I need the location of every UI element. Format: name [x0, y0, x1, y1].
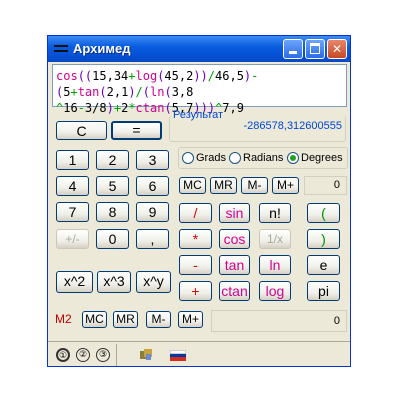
memory1-mr-button[interactable]: MR — [210, 177, 237, 194]
pi-constant-button[interactable]: pi — [307, 281, 340, 301]
digit-7-button[interactable]: 7 — [56, 202, 89, 222]
status-bar: ① ② ③ — [48, 341, 350, 368]
memory1-mplus-button[interactable]: M+ — [272, 177, 299, 194]
expression-input[interactable]: cos((15,34+log(45,2))/46,5)-(5+tan(2,1)/… — [52, 64, 347, 115]
mode-3-button[interactable]: ③ — [96, 348, 110, 362]
expression-token: log — [135, 69, 158, 83]
digit-8-button[interactable]: 8 — [96, 202, 129, 222]
expression-token: + — [113, 101, 122, 115]
ctan-button[interactable]: ctan — [219, 281, 250, 301]
mode-1-button[interactable]: ① — [56, 348, 70, 362]
degrees-label: Degrees — [301, 152, 343, 164]
multiply-button[interactable]: * — [179, 229, 212, 249]
clear-button[interactable]: C — [56, 121, 107, 140]
maximize-button[interactable] — [305, 39, 325, 59]
square-button[interactable]: x^2 — [56, 271, 93, 293]
digit-3-button[interactable]: 3 — [136, 150, 169, 170]
mode-2-button[interactable]: ② — [76, 348, 90, 362]
e-constant-button[interactable]: e — [307, 255, 340, 275]
radio-radians[interactable] — [229, 152, 241, 164]
digit-5-button[interactable]: 5 — [96, 176, 129, 196]
digit-2-button[interactable]: 2 — [96, 150, 129, 170]
expression-token: 3,8 — [171, 85, 194, 99]
digit-6-button[interactable]: 6 — [136, 176, 169, 196]
expression-token: 7,9 — [222, 101, 244, 115]
status-divider — [116, 344, 117, 366]
expression-token: ) — [128, 85, 136, 99]
decimal-button[interactable]: , — [136, 229, 169, 249]
memory2-label: M2 — [55, 312, 72, 326]
expression-token: 3/8 — [84, 101, 107, 115]
close-icon: ✕ — [331, 42, 343, 56]
expression-token: 2,1 — [106, 85, 129, 99]
memory2-mr-button[interactable]: MR — [113, 311, 138, 328]
divide-button[interactable]: / — [179, 203, 212, 223]
power-button[interactable]: x^y — [136, 271, 171, 293]
close-paren-button[interactable]: ) — [307, 229, 340, 249]
open-paren-button[interactable]: ( — [307, 203, 340, 223]
window-title: Архимед — [73, 41, 131, 56]
digit-0-button[interactable]: 0 — [96, 229, 129, 249]
close-button[interactable]: ✕ — [327, 39, 347, 59]
radio-degrees[interactable] — [287, 152, 299, 164]
grads-label: Grads — [196, 152, 226, 164]
sign-button[interactable]: +/- — [56, 229, 89, 249]
expression-token: cos — [56, 69, 78, 83]
app-menu-icon[interactable] — [54, 45, 68, 53]
subtract-button[interactable]: - — [179, 255, 212, 275]
expression-token: / — [207, 69, 216, 83]
minimize-icon — [289, 51, 297, 54]
memory2-value: 0 — [211, 310, 347, 332]
digit-4-button[interactable]: 4 — [56, 176, 89, 196]
expression-token: ) — [106, 101, 114, 115]
russian-flag-icon[interactable] — [170, 350, 186, 362]
memory1-mc-button[interactable]: MC — [179, 177, 206, 194]
log-button[interactable]: log — [259, 281, 291, 301]
memory2-mminus-button[interactable]: M- — [146, 311, 171, 328]
expression-token: (( — [77, 69, 93, 83]
radio-grads[interactable] — [182, 152, 194, 164]
add-button[interactable]: + — [179, 281, 212, 301]
puzzle-icon[interactable] — [139, 348, 153, 362]
expression-token: - — [251, 69, 259, 83]
expression-token: ( — [164, 101, 172, 115]
expression-token: - — [77, 101, 85, 115]
memory2-mplus-button[interactable]: M+ — [178, 311, 203, 328]
expression-token: )) — [193, 69, 208, 83]
title-bar[interactable]: Архимед ✕ — [48, 36, 350, 62]
expression-token: ( — [142, 85, 151, 99]
memory2-mc-button[interactable]: MC — [82, 311, 107, 328]
digit-9-button[interactable]: 9 — [136, 202, 169, 222]
digit-1-button[interactable]: 1 — [56, 150, 89, 170]
expression-token: ln — [150, 85, 165, 99]
expression-token: ( — [164, 85, 172, 99]
memory1-mminus-button[interactable]: M- — [241, 177, 268, 194]
ln-button[interactable]: ln — [259, 255, 291, 275]
expression-token: 16 — [63, 101, 78, 115]
sin-button[interactable]: sin — [219, 203, 250, 223]
expression-token: tan — [77, 85, 100, 99]
expression-token: ( — [99, 85, 107, 99]
expression-token: 46,5 — [215, 69, 244, 83]
tan-button[interactable]: tan — [219, 255, 250, 275]
maximize-icon — [310, 43, 320, 54]
expression-token: + — [70, 85, 78, 99]
expression-token: * — [128, 101, 136, 115]
result-value: -286578,312600555 — [243, 120, 342, 132]
equals-button[interactable]: = — [111, 121, 162, 140]
expression-token: / — [135, 85, 143, 99]
expression-token: 45,2 — [164, 69, 194, 83]
factorial-button[interactable]: n! — [259, 203, 291, 223]
cos-button[interactable]: cos — [219, 229, 250, 249]
expression-line-1: cos((15,34+log(45,2))/46,5)-(5+tan(2,1)/… — [56, 68, 343, 100]
calculator-window: Архимед ✕ cos((15,34+log(45,2))/46,5)-(5… — [47, 35, 351, 367]
memory1-value: 0 — [304, 176, 347, 195]
expression-token: ctan — [135, 101, 165, 115]
radians-label: Radians — [243, 152, 284, 164]
minimize-button[interactable] — [283, 39, 303, 59]
reciprocal-button[interactable]: 1/x — [259, 229, 291, 249]
expression-token: + — [128, 69, 136, 83]
cube-button[interactable]: x^3 — [97, 271, 131, 293]
expression-token: 15,34 — [92, 69, 129, 83]
